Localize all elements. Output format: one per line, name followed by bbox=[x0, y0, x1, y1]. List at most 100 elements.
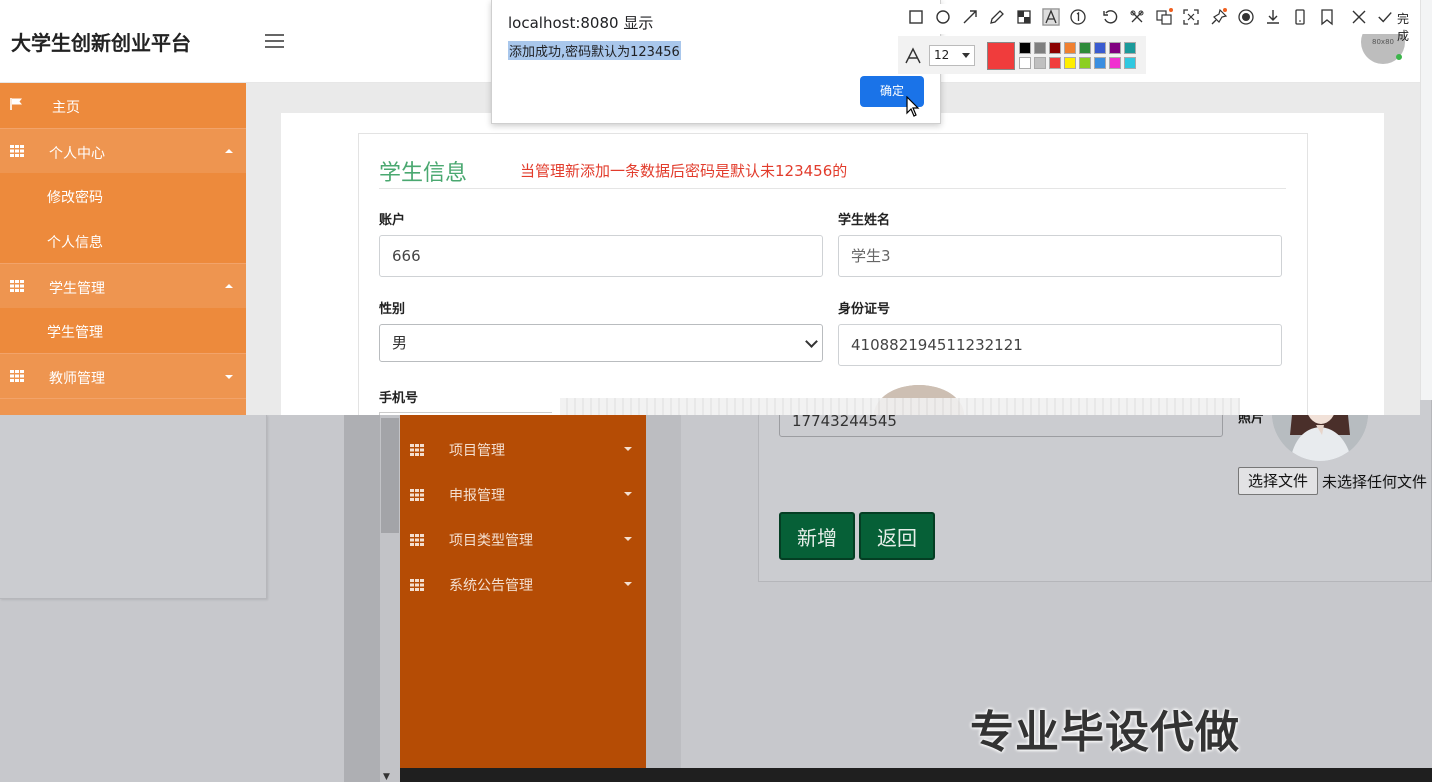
gender-label: 性别 bbox=[379, 302, 406, 317]
done-button[interactable]: 完成 bbox=[1397, 10, 1420, 44]
phone-transfer-icon[interactable] bbox=[1291, 8, 1309, 26]
font-icon bbox=[905, 47, 921, 64]
ellipse-tool-icon[interactable] bbox=[934, 8, 952, 26]
student-name-input[interactable]: 学生3 bbox=[838, 235, 1282, 277]
sidebar-label: 个人中心 bbox=[49, 146, 105, 162]
color-swatch[interactable] bbox=[1079, 42, 1091, 54]
check-icon[interactable] bbox=[1377, 8, 1393, 26]
file-status-text: 未选择任何文件 bbox=[1322, 473, 1428, 491]
idcard-input[interactable]: 410882194511232121 bbox=[838, 324, 1282, 366]
rectangle-tool-icon[interactable] bbox=[907, 8, 925, 26]
add-button[interactable]: 新增 bbox=[779, 512, 855, 560]
close-icon[interactable] bbox=[1350, 8, 1368, 26]
color-swatch[interactable] bbox=[1034, 42, 1046, 54]
choose-file-button[interactable]: 选择文件 bbox=[1238, 467, 1318, 495]
form-title: 学生信息 bbox=[379, 161, 468, 186]
grid-icon bbox=[10, 370, 24, 382]
color-swatch[interactable] bbox=[1094, 57, 1106, 69]
sidebar-item-student-mgmt-sub[interactable]: 学生管理 bbox=[0, 308, 246, 353]
sidebar-item-personal-info[interactable]: 个人信息 bbox=[0, 218, 246, 263]
back-button[interactable]: 返回 bbox=[859, 512, 935, 560]
record-icon[interactable] bbox=[1237, 8, 1255, 26]
color-swatch[interactable] bbox=[1049, 42, 1061, 54]
color-swatch[interactable] bbox=[1049, 57, 1061, 69]
sidebar-label: 修改密码 bbox=[47, 190, 103, 206]
color-swatch[interactable] bbox=[1079, 57, 1091, 69]
bookmark-icon[interactable] bbox=[1318, 8, 1336, 26]
active-color-swatch[interactable] bbox=[987, 42, 1015, 70]
mouse-cursor-icon bbox=[906, 96, 920, 117]
sidebar-item-home[interactable]: 主页 bbox=[0, 83, 246, 128]
screenshot-seam bbox=[560, 398, 1240, 415]
background-column bbox=[344, 415, 380, 782]
grid-icon bbox=[410, 443, 424, 456]
bg-sidebar-label: 项目管理 bbox=[449, 442, 505, 459]
color-swatch[interactable] bbox=[1064, 42, 1076, 54]
color-swatch[interactable] bbox=[1124, 42, 1136, 54]
online-status-dot bbox=[1396, 54, 1402, 60]
mosaic-tool-icon[interactable] bbox=[1015, 8, 1033, 26]
bg-sidebar-item-project-type[interactable]: 项目类型管理 bbox=[400, 517, 646, 562]
ocr-icon[interactable] bbox=[1182, 8, 1200, 26]
chevron-down-icon bbox=[624, 537, 632, 541]
pin-screenshot-icon[interactable] bbox=[1128, 8, 1146, 26]
flag-icon bbox=[10, 98, 22, 110]
sidebar-item-personal-center[interactable]: 个人中心 bbox=[0, 128, 246, 173]
arrow-tool-icon[interactable] bbox=[961, 8, 979, 26]
sidebar-item-cutoff[interactable] bbox=[0, 398, 246, 415]
grid-icon bbox=[10, 280, 24, 292]
color-swatch[interactable] bbox=[1124, 57, 1136, 69]
background-scrollbar-thumb[interactable] bbox=[381, 418, 399, 533]
translate-icon[interactable] bbox=[1155, 8, 1173, 26]
brand-title: 大学生创新创业平台 bbox=[11, 31, 191, 55]
font-size-select[interactable]: 12 bbox=[929, 45, 975, 66]
account-input[interactable]: 666 bbox=[379, 235, 823, 277]
bg-sidebar-item-project[interactable]: 项目管理 bbox=[400, 427, 646, 472]
undo-icon[interactable] bbox=[1101, 8, 1119, 26]
chevron-down-icon bbox=[805, 335, 818, 348]
color-swatch[interactable] bbox=[1019, 42, 1031, 54]
bg-sidebar-label: 系统公告管理 bbox=[449, 577, 533, 594]
sidebar-label: 教师管理 bbox=[49, 371, 105, 387]
chevron-up-icon bbox=[225, 284, 233, 288]
scroll-down-arrow-icon[interactable]: ▼ bbox=[383, 772, 390, 782]
grid-icon bbox=[10, 145, 24, 157]
divider bbox=[379, 188, 1286, 189]
menu-toggle-icon[interactable] bbox=[265, 34, 284, 52]
bg-sidebar-label: 项目类型管理 bbox=[449, 532, 533, 549]
text-tool-icon[interactable] bbox=[1042, 8, 1060, 26]
color-swatch[interactable] bbox=[1064, 57, 1076, 69]
sidebar-label: 学生管理 bbox=[47, 325, 103, 341]
sidebar-item-change-password[interactable]: 修改密码 bbox=[0, 173, 246, 218]
background-column-right bbox=[646, 415, 681, 782]
bg-sidebar-label: 申报管理 bbox=[449, 487, 505, 504]
grid-icon bbox=[410, 488, 424, 501]
sidebar-label: 个人信息 bbox=[47, 235, 103, 251]
bg-sidebar-item-declare[interactable]: 申报管理 bbox=[400, 472, 646, 517]
phone-label: 手机号 bbox=[379, 391, 419, 406]
alert-message: 添加成功,密码默认为123456 bbox=[508, 41, 681, 60]
watermark-text: 专业毕设代做 bbox=[970, 707, 1240, 758]
chevron-down-icon bbox=[624, 492, 632, 496]
download-icon[interactable] bbox=[1264, 8, 1282, 26]
pen-tool-icon[interactable] bbox=[988, 8, 1006, 26]
gender-select[interactable]: 男 bbox=[379, 324, 823, 362]
color-swatch[interactable] bbox=[1094, 42, 1106, 54]
pin-icon[interactable] bbox=[1210, 8, 1228, 26]
chevron-down-icon bbox=[624, 447, 632, 451]
bg-sidebar-item-notice[interactable]: 系统公告管理 bbox=[400, 562, 646, 607]
color-swatch[interactable] bbox=[1034, 57, 1046, 69]
sidebar-item-student-mgmt[interactable]: 学生管理 bbox=[0, 263, 246, 308]
student-name-label: 学生姓名 bbox=[838, 213, 891, 228]
chevron-up-icon bbox=[225, 149, 233, 153]
color-swatch[interactable] bbox=[1019, 57, 1031, 69]
number-tool-icon[interactable] bbox=[1069, 8, 1087, 26]
sidebar-item-teacher-mgmt[interactable]: 教师管理 bbox=[0, 353, 246, 398]
color-swatch[interactable] bbox=[1109, 57, 1121, 69]
phone-input[interactable] bbox=[379, 412, 552, 415]
account-label: 账户 bbox=[379, 213, 406, 228]
color-swatch[interactable] bbox=[1109, 42, 1121, 54]
annotation-note: 当管理新添加一条数据后密码是默认未123456的 bbox=[520, 162, 848, 180]
top-layer-edge bbox=[1420, 0, 1432, 400]
grid-icon bbox=[410, 533, 424, 546]
